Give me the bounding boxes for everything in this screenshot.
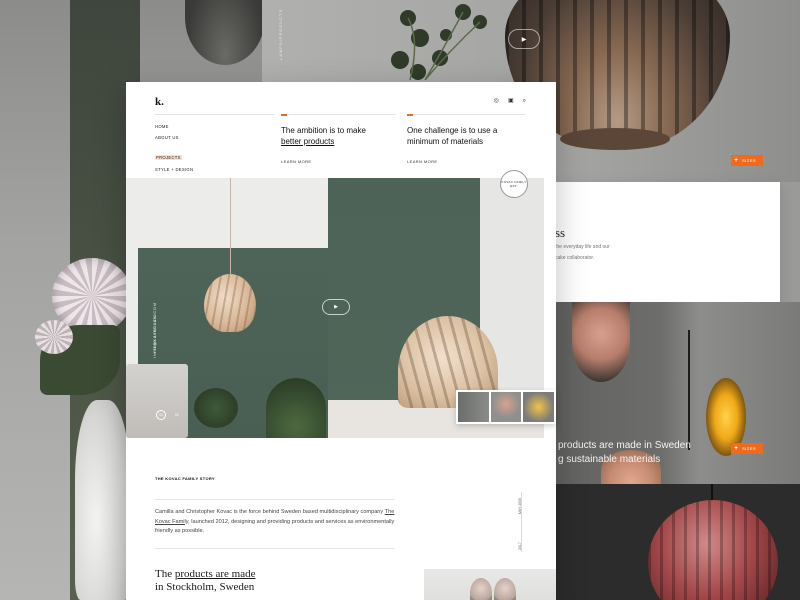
sofa-armrest <box>126 364 188 438</box>
founder-portrait <box>494 578 516 600</box>
plant-branch-illustration <box>391 4 487 80</box>
hero-pager: 01 02 <box>156 410 182 420</box>
potted-plant <box>194 388 238 428</box>
products-heading-text: The <box>155 568 175 580</box>
contact-phone[interactable]: +4658 3466 3456 <box>152 314 157 354</box>
story-text: , launched 2012, designing and providing… <box>155 518 395 535</box>
hero-play-button[interactable]: ▶ <box>322 299 350 315</box>
bag-icon[interactable]: ▣ <box>508 98 514 104</box>
panel-text-line-2: cake collaborator. <box>555 255 595 261</box>
timeline-label: MAY 2006 <box>518 497 522 514</box>
site-logo[interactable]: k. <box>155 96 164 108</box>
plus-icon: + <box>734 157 739 164</box>
feature-text: One challenge is to use a minimum of mat… <box>407 125 517 147</box>
story-paragraph: Camilla and Christopher Kovac is the for… <box>155 508 395 537</box>
feature-text-line: The ambition is to make <box>281 125 366 135</box>
pager-item[interactable]: 02 <box>172 410 182 420</box>
copper-wall-lamp <box>572 302 630 382</box>
overlay-white-panel: ss the everyday life and our cake collab… <box>555 182 780 302</box>
nav-item-about-us[interactable]: ABOUT US <box>155 135 193 140</box>
story-title: THE KOVAC FAMILY STORY <box>155 476 215 481</box>
founder-portrait <box>470 578 492 600</box>
ceramic-vase <box>75 400 130 600</box>
pager-item[interactable]: 01 <box>156 410 166 420</box>
thumbnail[interactable] <box>523 392 555 422</box>
lamp-cord <box>230 178 231 278</box>
wall-lamps-caption-1: products are made in Sweden <box>558 440 691 451</box>
fern-plant <box>266 378 326 438</box>
top-play-button[interactable]: ▶ <box>508 29 540 49</box>
vertical-caption: LAMPS/PRODUCTS <box>278 8 283 60</box>
nav-item-projects[interactable]: PROJECTS <box>155 155 182 160</box>
feature-ambition: The ambition is to make better products … <box>281 114 391 164</box>
kovac-stamp-badge: KOVAC FAMILY EST. <box>500 170 528 198</box>
accent-bar <box>407 114 413 116</box>
instagram-icon[interactable]: ◎ <box>494 98 499 104</box>
panel-text-line-1: the everyday life and our <box>555 244 610 250</box>
story-divider <box>155 548 395 549</box>
thumbnail[interactable] <box>458 392 489 422</box>
products-heading-text: in Stockholm, Sweden <box>155 581 255 593</box>
chrysanthemum-flower-small <box>35 320 73 354</box>
sizes-tag-top[interactable]: + SIZES <box>731 155 763 166</box>
story-text: Camilla and Christopher Kovac is the for… <box>155 509 385 515</box>
feature-text: The ambition is to make better products <box>281 125 391 147</box>
website-card: k. ◎ ▣ ⌕ HOME ABOUT US PROJECTS STYLE + … <box>126 82 556 600</box>
lamp-opening <box>560 128 670 150</box>
learn-more-link[interactable]: LEARN MORE <box>281 159 391 164</box>
lamp-cord <box>688 330 690 450</box>
wood-pendant-lamp <box>204 274 256 332</box>
feature-text-line: One challenge is to use a <box>407 125 498 135</box>
play-icon: ▶ <box>521 36 527 43</box>
search-icon[interactable]: ⌕ <box>523 98 526 104</box>
thumbnail[interactable] <box>490 392 522 422</box>
play-icon: ▶ <box>334 304 338 310</box>
header-icons: ◎ ▣ ⌕ <box>494 98 526 104</box>
wall-lamps-caption-2: g sustainable materials <box>558 454 661 465</box>
nav-item-home[interactable]: HOME <box>155 124 193 129</box>
story-divider <box>155 499 395 500</box>
sizes-tag-mid[interactable]: + SIZES <box>731 443 763 454</box>
products-heading: The products are made in Stockholm, Swed… <box>155 568 256 594</box>
hero-thumbnails <box>456 390 556 424</box>
panel-heading: ss <box>555 225 566 240</box>
main-nav: HOME ABOUT US PROJECTS STYLE + DESIGN <box>155 124 193 178</box>
sizes-tag-label: SIZES <box>742 446 757 451</box>
sizes-tag-label: SIZES <box>742 158 757 163</box>
nav-divider <box>155 114 275 115</box>
timeline-label: 2017 <box>518 542 522 550</box>
nav-item-style-design[interactable]: STYLE + DESIGN <box>155 167 193 172</box>
plus-icon: + <box>734 445 739 452</box>
learn-more-link[interactable]: LEARN MORE <box>407 159 517 164</box>
feature-challenge: One challenge is to use a minimum of mat… <box>407 114 517 164</box>
accent-bar <box>281 114 287 116</box>
better-products-link[interactable]: better products <box>281 137 334 146</box>
products-link[interactable]: products are made <box>175 568 256 580</box>
feature-text-line: minimum of materials <box>407 136 484 146</box>
